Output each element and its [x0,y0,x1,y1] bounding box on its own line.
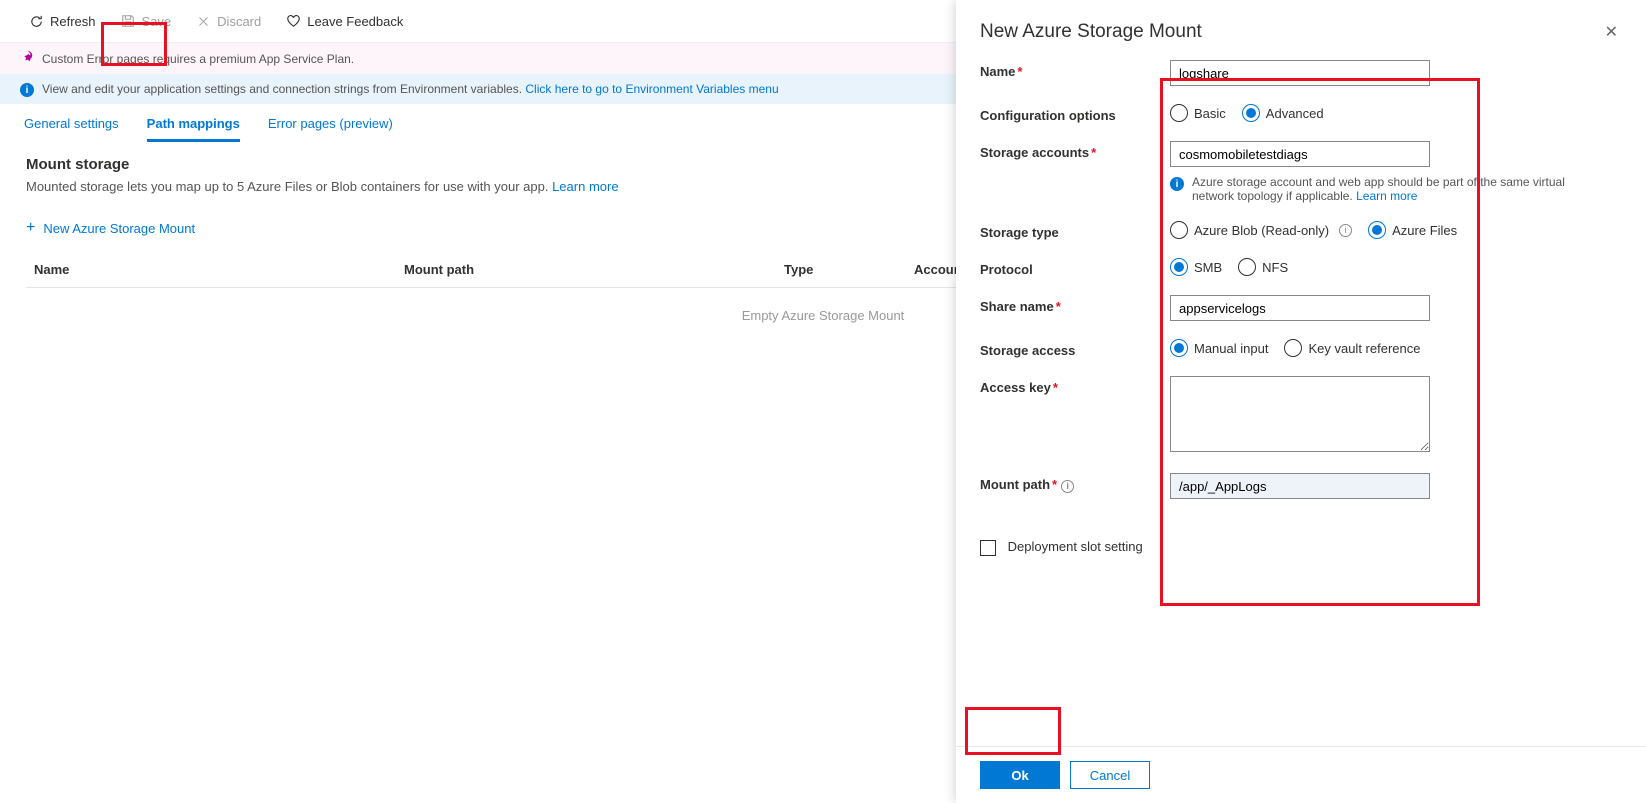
proto-label: Protocol [980,258,1170,277]
heart-icon [285,13,301,29]
info-icon: i [20,83,34,97]
save-button[interactable]: Save [110,7,182,35]
share-name-input[interactable] [1170,295,1430,321]
panel-title: New Azure Storage Mount [980,21,1601,43]
type-label: Storage type [980,221,1170,240]
storacct-label: Storage accounts [980,145,1089,160]
share-label: Share name [980,299,1054,314]
radio-manual[interactable]: Manual input [1170,339,1268,357]
radio-nfs[interactable]: NFS [1238,258,1288,276]
feedback-label: Leave Feedback [307,14,403,29]
col-name: Name [34,262,404,277]
refresh-icon [28,13,44,29]
radio-basic[interactable]: Basic [1170,104,1226,122]
ok-button[interactable]: Ok [980,761,1060,789]
storage-mount-panel: New Azure Storage Mount ✕ Name* Configur… [956,0,1646,803]
storage-account-input[interactable] [1170,141,1430,167]
tab-path-mappings[interactable]: Path mappings [147,116,240,142]
mount-learn-link[interactable]: Learn more [552,179,618,194]
info-icon: i [1170,177,1184,191]
slot-label: Deployment slot setting [1008,539,1143,554]
help-icon[interactable]: i [1339,224,1352,237]
refresh-button[interactable]: Refresh [18,7,106,35]
name-label: Name [980,64,1015,79]
discard-button[interactable]: Discard [185,7,271,35]
help-icon[interactable]: i [1061,480,1074,493]
radio-keyvault[interactable]: Key vault reference [1284,339,1420,357]
save-icon [120,13,136,29]
checkbox-icon [980,540,996,556]
plus-icon: + [26,220,35,236]
mount-path-input[interactable] [1170,473,1430,499]
add-mount-button[interactable]: + New Azure Storage Mount [26,214,195,242]
mountpath-label: Mount path [980,477,1050,492]
rocket-icon [20,50,34,67]
radio-blob[interactable]: Azure Blob (Read-only)i [1170,221,1352,239]
env-text: View and edit your application settings … [42,82,522,96]
name-input[interactable] [1170,60,1430,86]
refresh-label: Refresh [50,14,96,29]
deployment-slot-checkbox[interactable]: Deployment slot setting [980,539,1143,554]
config-label: Configuration options [980,104,1170,123]
tab-general[interactable]: General settings [24,116,119,142]
radio-advanced[interactable]: Advanced [1242,104,1324,122]
discard-label: Discard [217,14,261,29]
cancel-button[interactable]: Cancel [1070,761,1150,789]
feedback-button[interactable]: Leave Feedback [275,7,413,35]
discard-icon [195,13,211,29]
access-label: Storage access [980,339,1170,358]
tab-error-pages[interactable]: Error pages (preview) [268,116,393,142]
premium-text: Custom Error pages requires a premium Ap… [42,52,354,66]
col-type: Type [784,262,914,277]
key-label: Access key [980,380,1051,395]
storacct-learn-link[interactable]: Learn more [1356,189,1417,203]
radio-smb[interactable]: SMB [1170,258,1222,276]
add-mount-label: New Azure Storage Mount [43,221,195,236]
col-mount: Mount path [404,262,784,277]
radio-files[interactable]: Azure Files [1368,221,1457,239]
access-key-input[interactable] [1170,376,1430,452]
close-icon[interactable]: ✕ [1601,18,1622,46]
env-link[interactable]: Click here to go to Environment Variable… [525,82,778,96]
save-label: Save [142,14,172,29]
